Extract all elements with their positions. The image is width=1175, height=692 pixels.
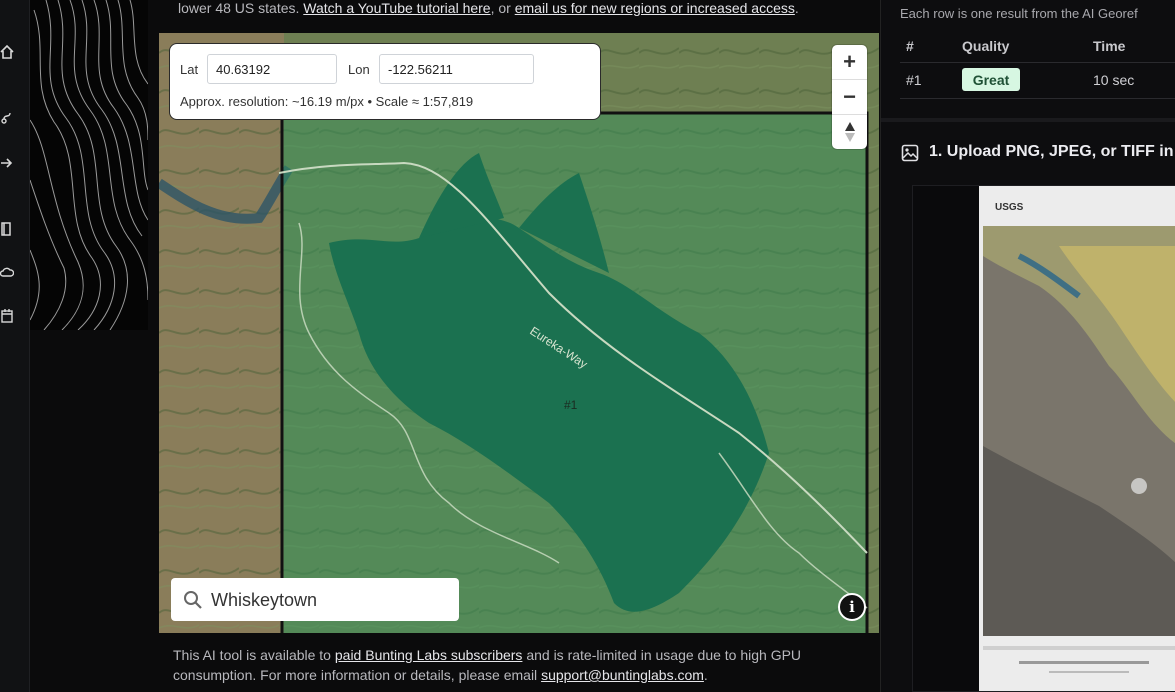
lat-input[interactable] bbox=[207, 54, 337, 84]
top-caption: lower 48 US states. Watch a YouTube tuto… bbox=[178, 0, 868, 16]
subscribers-link[interactable]: paid Bunting Labs subscribers bbox=[335, 647, 523, 663]
support-email-link[interactable]: support@buntinglabs.com bbox=[541, 667, 704, 683]
quality-badge: Great bbox=[962, 68, 1020, 91]
resolution-info: Approx. resolution: ~16.19 m/px • Scale … bbox=[180, 94, 474, 109]
search-icon bbox=[184, 591, 202, 609]
col-header-quality: Quality bbox=[962, 38, 1010, 54]
place-search bbox=[171, 578, 459, 621]
left-rail bbox=[0, 0, 30, 692]
upload-heading: 1. Upload PNG, JPEG, or TIFF in bbox=[929, 143, 1174, 160]
map-viewer[interactable]: Eureka-Way #1 Lat Lon Approx. resolution… bbox=[159, 33, 879, 633]
col-header-number: # bbox=[906, 38, 914, 54]
bottom-caption-prefix: This AI tool is available to bbox=[173, 647, 335, 663]
email-request-link[interactable]: email us for new regions or increased ac… bbox=[515, 0, 795, 16]
result-row-number[interactable]: #1 bbox=[906, 72, 922, 88]
calendar-icon[interactable] bbox=[0, 308, 14, 324]
zoom-in-button[interactable]: + bbox=[832, 45, 867, 79]
youtube-tutorial-link[interactable]: Watch a YouTube tutorial here bbox=[303, 0, 490, 16]
result-marker-label[interactable]: #1 bbox=[564, 398, 577, 412]
coordinate-panel: Lat Lon Approx. resolution: ~16.19 m/px … bbox=[169, 43, 601, 120]
bottom-caption: This AI tool is available to paid Buntin… bbox=[173, 645, 873, 685]
compass-button[interactable] bbox=[832, 115, 867, 149]
map-sheet: USGS bbox=[979, 186, 1175, 691]
bottom-caption-suffix: . bbox=[703, 667, 708, 683]
lat-label: Lat bbox=[180, 62, 199, 77]
route-icon[interactable] bbox=[0, 109, 14, 125]
cloud-icon[interactable] bbox=[0, 264, 14, 280]
top-caption-middle: , or bbox=[490, 0, 515, 16]
uploaded-map-preview[interactable]: USGS bbox=[912, 185, 1175, 692]
map-sheet-thumbnail bbox=[983, 226, 1175, 673]
home-icon[interactable] bbox=[0, 44, 14, 60]
section-divider bbox=[881, 118, 1175, 122]
contour-decoration bbox=[30, 0, 148, 330]
top-caption-prefix: lower 48 US states. bbox=[178, 0, 304, 16]
info-icon[interactable]: i bbox=[838, 593, 866, 621]
right-panel: Each row is one result from the AI Geore… bbox=[880, 0, 1175, 692]
lon-label: Lon bbox=[348, 62, 370, 77]
zoom-out-button[interactable]: − bbox=[832, 80, 867, 114]
zoom-control: + − bbox=[832, 45, 867, 149]
results-caption: Each row is one result from the AI Geore… bbox=[900, 6, 1138, 21]
top-caption-suffix: . bbox=[794, 0, 799, 16]
search-input[interactable] bbox=[211, 586, 447, 614]
satellite-terrain: Eureka-Way bbox=[159, 33, 879, 633]
compass-icon bbox=[844, 122, 855, 142]
book-icon[interactable] bbox=[0, 221, 14, 237]
result-row-time: 10 sec bbox=[1093, 72, 1135, 88]
image-icon bbox=[901, 144, 919, 162]
arrow-right-icon[interactable] bbox=[0, 155, 14, 171]
lon-input[interactable] bbox=[379, 54, 534, 84]
col-header-time: Time bbox=[1093, 38, 1126, 54]
